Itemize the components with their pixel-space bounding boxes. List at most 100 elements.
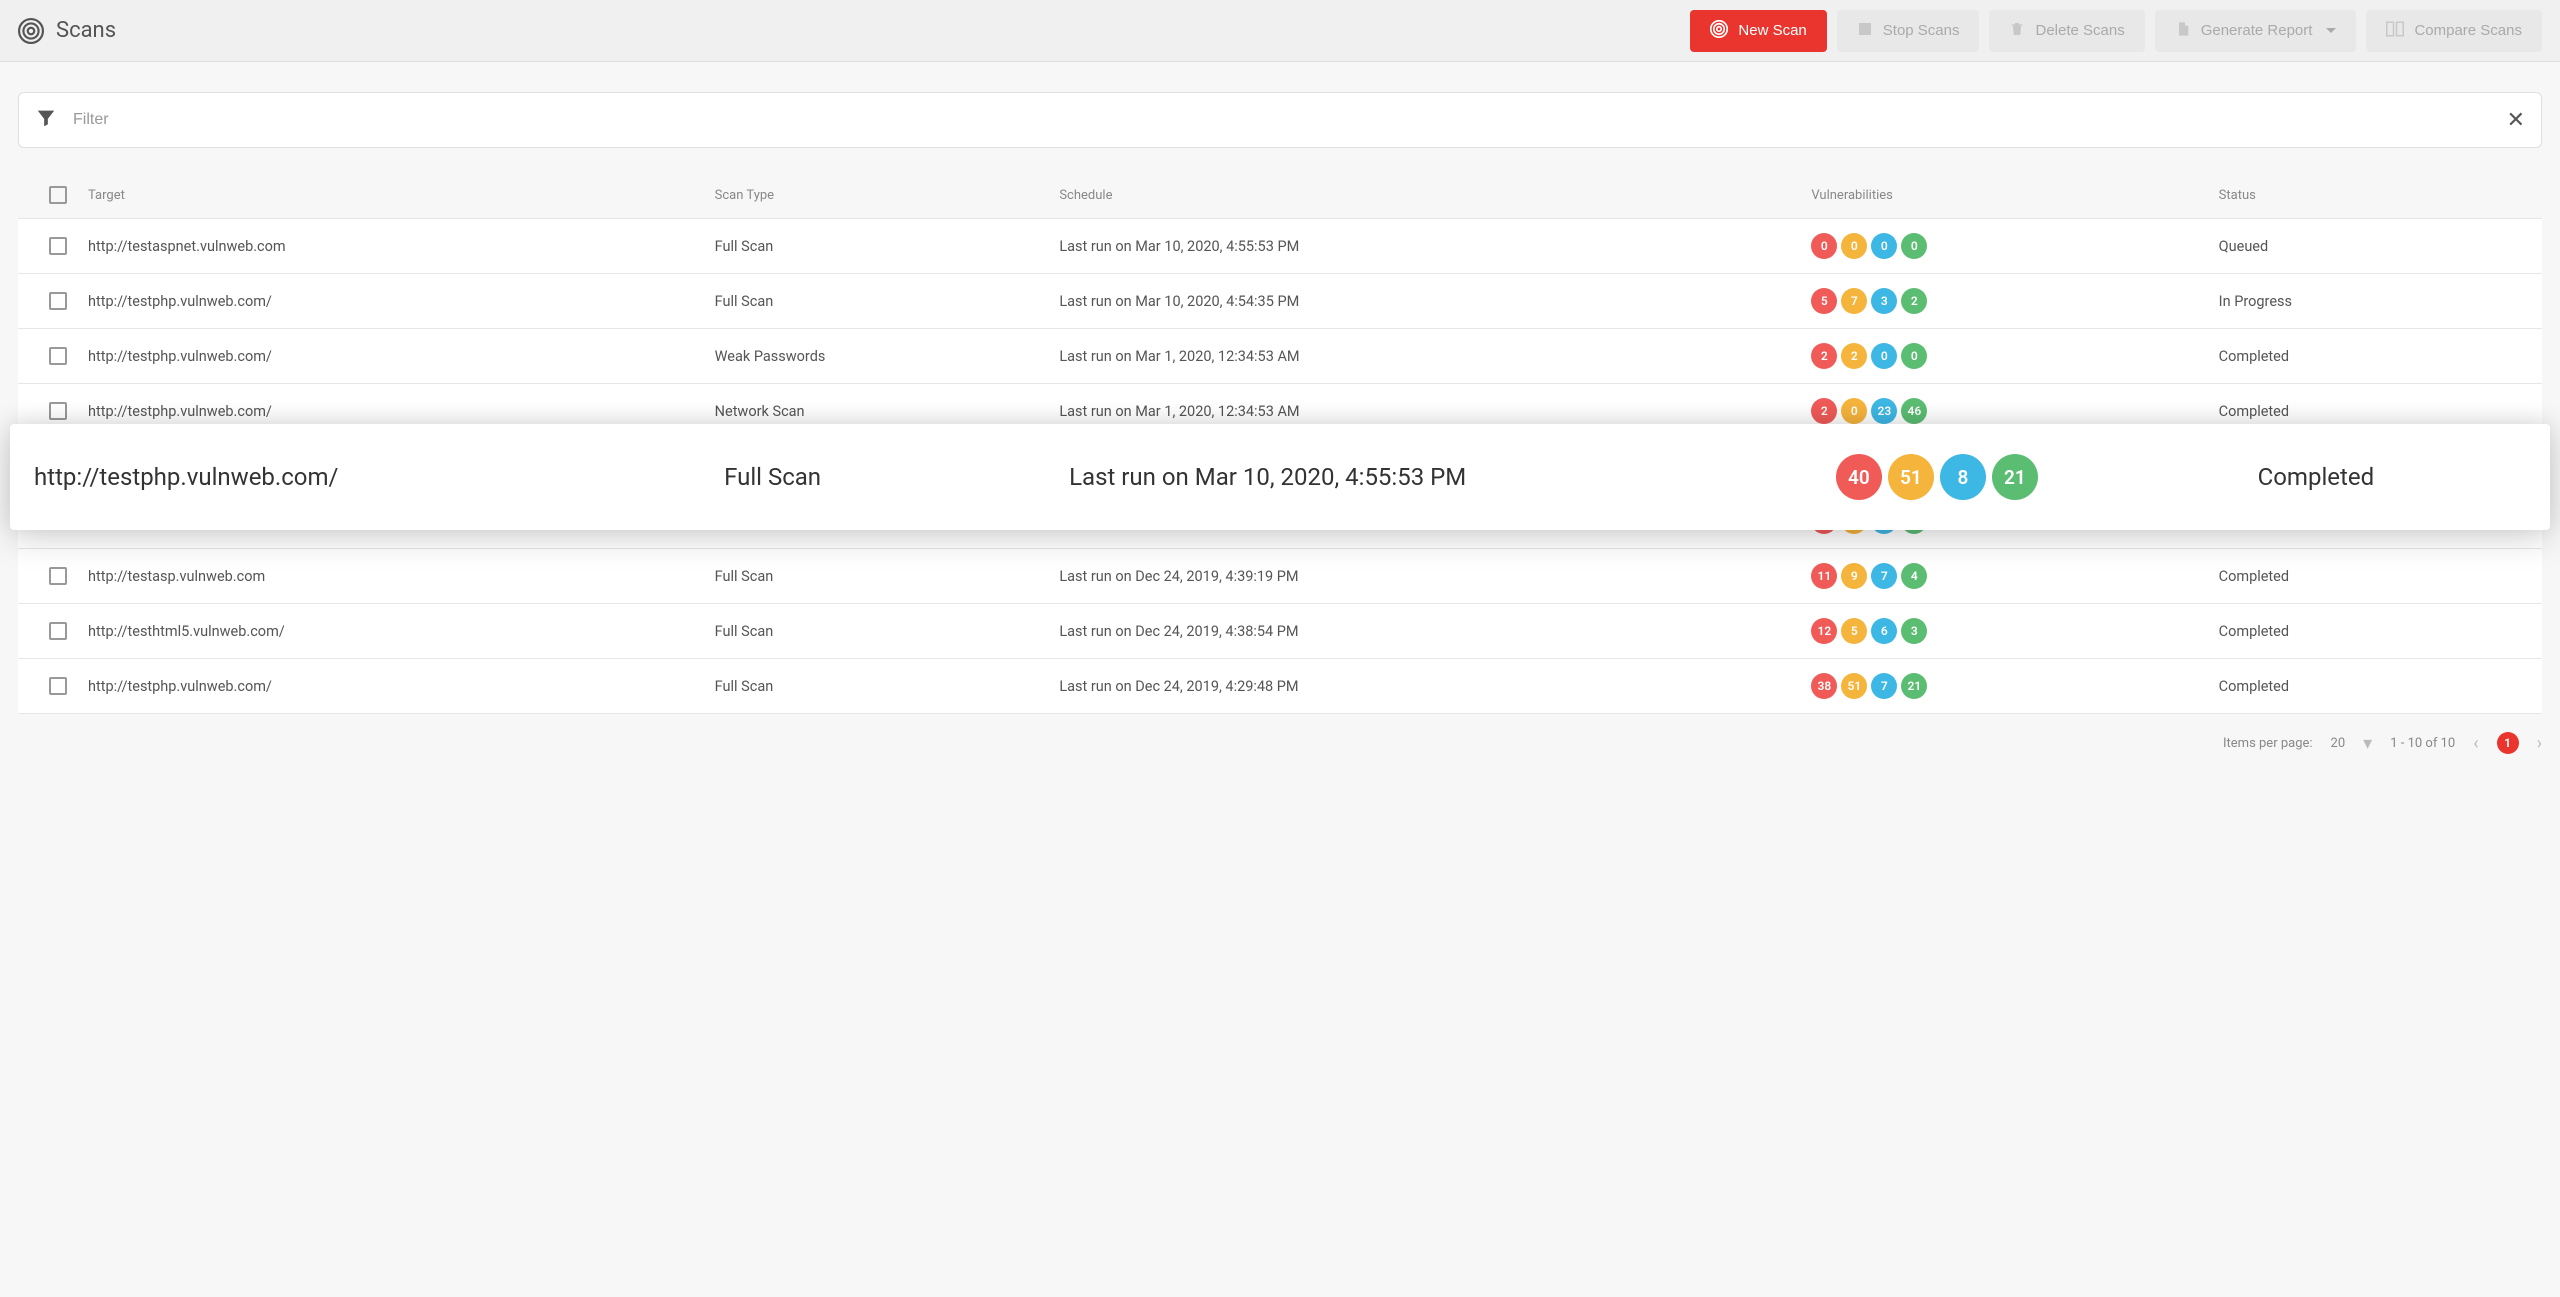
filter-box: ✕ — [18, 92, 2542, 148]
vuln-low-badge: 23 — [1871, 398, 1897, 424]
vuln-medium-badge: 0 — [1841, 398, 1867, 424]
vuln-info-badge: 4 — [1901, 563, 1927, 589]
stop-scans-label: Stop Scans — [1883, 22, 1960, 39]
header-actions: New Scan Stop Scans Delete Scans Generat… — [1690, 10, 2542, 52]
vuln-low-badge: 6 — [1871, 618, 1897, 644]
row-type: Network Scan — [715, 403, 1060, 420]
row-status: Completed — [2219, 348, 2532, 365]
row-checkbox[interactable] — [49, 347, 67, 365]
row-schedule: Last run on Mar 1, 2020, 12:34:53 AM — [1059, 348, 1811, 365]
vuln-low-badge: 8 — [1940, 454, 1986, 500]
current-page-badge[interactable]: 1 — [2497, 732, 2519, 754]
vuln-info-badge: 0 — [1901, 233, 1927, 259]
row-target: http://testphp.vulnweb.com/ — [88, 403, 715, 420]
filter-input[interactable] — [73, 111, 2491, 129]
vuln-high-badge: 5 — [1811, 288, 1837, 314]
items-per-page-value[interactable]: 20 — [2331, 736, 2346, 751]
table-row[interactable]: http://testhtml5.vulnweb.com/Full ScanLa… — [18, 604, 2542, 659]
app-header: Scans New Scan Stop Scans — [0, 0, 2560, 62]
table-row[interactable]: http://testphp.vulnweb.com/Weak Password… — [18, 329, 2542, 384]
row-type: Full Scan — [715, 238, 1060, 255]
row-status: Queued — [2219, 238, 2532, 255]
table-header: Target Scan Type Schedule Vulnerabilitie… — [18, 172, 2542, 219]
table-row[interactable]: http://testasp.vulnweb.comFull ScanLast … — [18, 549, 2542, 604]
vuln-low-badge: 7 — [1871, 563, 1897, 589]
row-vuln-pills: 3851721 — [1811, 673, 2218, 699]
vuln-high-badge: 40 — [1836, 454, 1882, 500]
stop-icon — [1857, 21, 1873, 41]
delete-scans-button[interactable]: Delete Scans — [1989, 10, 2144, 52]
row-type: Full Scan — [715, 568, 1060, 585]
row-checkbox[interactable] — [49, 567, 67, 585]
chevron-down-icon[interactable]: ▾ — [2363, 733, 2372, 754]
row-type: Full Scan — [715, 678, 1060, 695]
compare-scans-button[interactable]: Compare Scans — [2366, 10, 2542, 52]
row-schedule: Last run on Dec 24, 2019, 4:39:19 PM — [1059, 568, 1811, 585]
table-row[interactable]: http://testaspnet.vulnweb.comFull ScanLa… — [18, 219, 2542, 274]
table-row[interactable]: http://testphp.vulnweb.com/Full ScanLast… — [18, 274, 2542, 329]
row-checkbox[interactable] — [49, 622, 67, 640]
page-title: Scans — [56, 18, 116, 43]
vuln-info-badge: 0 — [1901, 343, 1927, 369]
vuln-low-badge: 3 — [1871, 288, 1897, 314]
vuln-high-badge: 2 — [1811, 343, 1837, 369]
vuln-high-badge: 2 — [1811, 398, 1837, 424]
row-target: http://testphp.vulnweb.com/ — [88, 293, 715, 310]
delete-scans-label: Delete Scans — [2035, 22, 2124, 39]
vuln-high-badge: 0 — [1811, 233, 1837, 259]
vuln-info-badge: 21 — [1901, 673, 1927, 699]
row-status: Completed — [2219, 623, 2532, 640]
compare-icon — [2386, 21, 2404, 41]
new-scan-label: New Scan — [1738, 22, 1806, 39]
new-scan-button[interactable]: New Scan — [1690, 10, 1826, 52]
vuln-medium-badge: 7 — [1841, 288, 1867, 314]
vuln-low-badge: 0 — [1871, 343, 1897, 369]
generate-report-button[interactable]: Generate Report — [2155, 10, 2357, 52]
col-type[interactable]: Scan Type — [715, 188, 1060, 203]
stop-scans-button[interactable]: Stop Scans — [1837, 10, 1980, 52]
zoom-target: http://testphp.vulnweb.com/ — [34, 463, 724, 491]
col-target[interactable]: Target — [88, 188, 715, 203]
table-row[interactable]: http://testphp.vulnweb.com/Full ScanLast… — [18, 659, 2542, 714]
zoom-type: Full Scan — [724, 463, 1069, 491]
row-schedule: Last run on Mar 10, 2020, 4:54:35 PM — [1059, 293, 1811, 310]
row-checkbox[interactable] — [49, 237, 67, 255]
file-icon — [2175, 21, 2191, 41]
vuln-medium-badge: 51 — [1841, 673, 1867, 699]
select-all-checkbox[interactable] — [49, 186, 67, 204]
row-vuln-pills: 12563 — [1811, 618, 2218, 644]
row-target: http://testhtml5.vulnweb.com/ — [88, 623, 715, 640]
row-target: http://testasp.vulnweb.com — [88, 568, 715, 585]
compare-scans-label: Compare Scans — [2414, 22, 2522, 39]
vuln-low-badge: 7 — [1871, 673, 1897, 699]
chevron-down-icon — [2326, 28, 2336, 33]
row-vuln-pills: 5732 — [1811, 288, 2218, 314]
vuln-info-badge: 21 — [1992, 454, 2038, 500]
pagination-range: 1 - 10 of 10 — [2390, 736, 2455, 751]
col-status[interactable]: Status — [2219, 188, 2532, 203]
trash-icon — [2009, 21, 2025, 41]
row-checkbox[interactable] — [49, 677, 67, 695]
clear-filter-icon[interactable]: ✕ — [2507, 108, 2525, 133]
scans-icon — [18, 18, 44, 44]
vuln-info-badge: 2 — [1901, 288, 1927, 314]
pagination: Items per page: 20 ▾ 1 - 10 of 10 ‹ 1 › — [0, 714, 2560, 760]
vuln-medium-badge: 9 — [1841, 563, 1867, 589]
row-checkbox[interactable] — [49, 292, 67, 310]
next-page-icon[interactable]: › — [2537, 733, 2542, 754]
row-vuln-pills: 0000 — [1811, 233, 2218, 259]
zoom-vuln-pills: 40 51 8 21 — [1836, 454, 2258, 500]
col-vuln[interactable]: Vulnerabilities — [1811, 188, 2218, 203]
row-vuln-pills: 11974 — [1811, 563, 2218, 589]
row-checkbox[interactable] — [49, 402, 67, 420]
row-schedule: Last run on Mar 10, 2020, 4:55:53 PM — [1059, 238, 1811, 255]
row-target: http://testphp.vulnweb.com/ — [88, 348, 715, 365]
prev-page-icon[interactable]: ‹ — [2473, 733, 2478, 754]
row-status: Completed — [2219, 403, 2532, 420]
generate-report-label: Generate Report — [2201, 22, 2313, 39]
filter-icon — [35, 107, 57, 133]
col-schedule[interactable]: Schedule — [1059, 188, 1811, 203]
vuln-medium-badge: 5 — [1841, 618, 1867, 644]
row-type: Full Scan — [715, 293, 1060, 310]
row-vuln-pills: 2200 — [1811, 343, 2218, 369]
